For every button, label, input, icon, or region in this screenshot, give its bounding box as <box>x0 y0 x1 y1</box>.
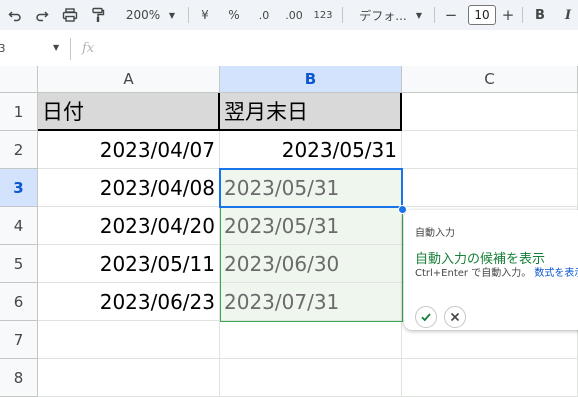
italic-button[interactable]: I <box>560 0 576 30</box>
column-header-c[interactable]: C <box>402 66 578 93</box>
popup-description: Ctrl+Enter で自動入力。 数式を表示 <box>415 267 578 281</box>
cell-a6[interactable]: 2023/06/23 <box>38 283 220 321</box>
cell-a7[interactable] <box>38 321 220 359</box>
row-header-6[interactable]: 6 <box>0 283 38 321</box>
undo-icon[interactable] <box>6 0 24 30</box>
print-icon[interactable] <box>60 0 80 30</box>
toolbar-divider <box>188 7 189 23</box>
cell-b7[interactable] <box>220 321 402 359</box>
increase-decimal-button[interactable]: .00 <box>282 0 306 30</box>
popup-title: 自動入力 <box>415 228 455 239</box>
cell-a3[interactable]: 2023/04/08 <box>38 169 220 207</box>
select-all-corner[interactable] <box>0 66 38 93</box>
cell-c1[interactable] <box>402 93 578 131</box>
decrease-font-size-button[interactable]: − <box>444 0 458 30</box>
font-family-select[interactable]: デフォ... <box>354 0 412 30</box>
row-header-4[interactable]: 4 <box>0 207 38 245</box>
cell-b1[interactable]: 翌月末日 <box>220 93 402 131</box>
cell-a1[interactable]: 日付 <box>38 93 220 131</box>
formula-bar: B3 ▼ fx <box>0 30 578 67</box>
column-header-a[interactable]: A <box>38 66 220 93</box>
zoom-select[interactable]: 200% <box>122 0 164 30</box>
fx-icon: fx <box>82 41 95 56</box>
percent-format-button[interactable]: % <box>226 0 242 30</box>
cell-b5[interactable]: 2023/06/30 <box>220 245 402 283</box>
name-box-dropdown-icon[interactable]: ▼ <box>53 43 59 52</box>
decrease-decimal-button[interactable]: .0 <box>254 0 274 30</box>
popup-shortcut-text: Ctrl+Enter で自動入力。 <box>415 268 532 279</box>
toolbar-divider <box>434 7 435 23</box>
show-formula-link[interactable]: 数式を表示 <box>534 268 578 279</box>
toolbar-divider <box>342 7 343 23</box>
cell-b6[interactable]: 2023/07/31 <box>220 283 402 321</box>
popup-heading: 自動入力の候補を表示 <box>415 252 546 267</box>
cell-b8[interactable] <box>220 359 402 397</box>
cell-b3[interactable]: 2023/05/31 <box>220 169 402 207</box>
cell-a5[interactable]: 2023/05/11 <box>38 245 220 283</box>
column-header-b[interactable]: B <box>220 66 402 93</box>
row-header-8[interactable]: 8 <box>0 359 38 397</box>
cell-c2[interactable] <box>402 131 578 169</box>
row-header-5[interactable]: 5 <box>0 245 38 283</box>
row-header-7[interactable]: 7 <box>0 321 38 359</box>
more-formats-button[interactable]: 123 <box>312 0 334 30</box>
cell-b4[interactable]: 2023/05/31 <box>220 207 402 245</box>
dismiss-autofill-button[interactable] <box>444 306 466 328</box>
currency-format-button[interactable]: ¥ <box>198 0 212 30</box>
cell-a2[interactable]: 2023/04/07 <box>38 131 220 169</box>
autofill-popup: 自動入力 自動入力の候補を表示 Ctrl+Enter で自動入力。 数式を表示 <box>404 210 578 330</box>
cell-c8[interactable] <box>402 359 578 397</box>
toolbar-divider <box>522 7 523 23</box>
increase-font-size-button[interactable]: + <box>500 0 516 30</box>
formula-bar-divider <box>70 38 71 60</box>
row-header-1[interactable]: 1 <box>0 93 38 131</box>
cell-a8[interactable] <box>38 359 220 397</box>
name-box[interactable]: B3 <box>0 42 6 55</box>
paint-format-icon[interactable] <box>88 0 108 30</box>
cell-a4[interactable]: 2023/04/20 <box>38 207 220 245</box>
accept-autofill-button[interactable] <box>415 306 437 328</box>
row-header-3[interactable]: 3 <box>0 169 38 207</box>
cell-c3[interactable] <box>402 169 578 207</box>
check-icon <box>421 313 431 322</box>
close-icon <box>450 312 460 322</box>
font-dropdown-icon[interactable]: ▼ <box>414 0 424 30</box>
toolbar: 200% ▼ ¥ % .0 .00 123 デフォ... ▼ − 10 + B … <box>0 0 578 30</box>
font-size-input[interactable]: 10 <box>468 5 496 25</box>
redo-icon[interactable] <box>33 0 51 30</box>
bold-button[interactable]: B <box>532 0 548 30</box>
cell-b2[interactable]: 2023/05/31 <box>220 131 402 169</box>
zoom-dropdown-icon[interactable]: ▼ <box>166 0 178 30</box>
row-header-2[interactable]: 2 <box>0 131 38 169</box>
